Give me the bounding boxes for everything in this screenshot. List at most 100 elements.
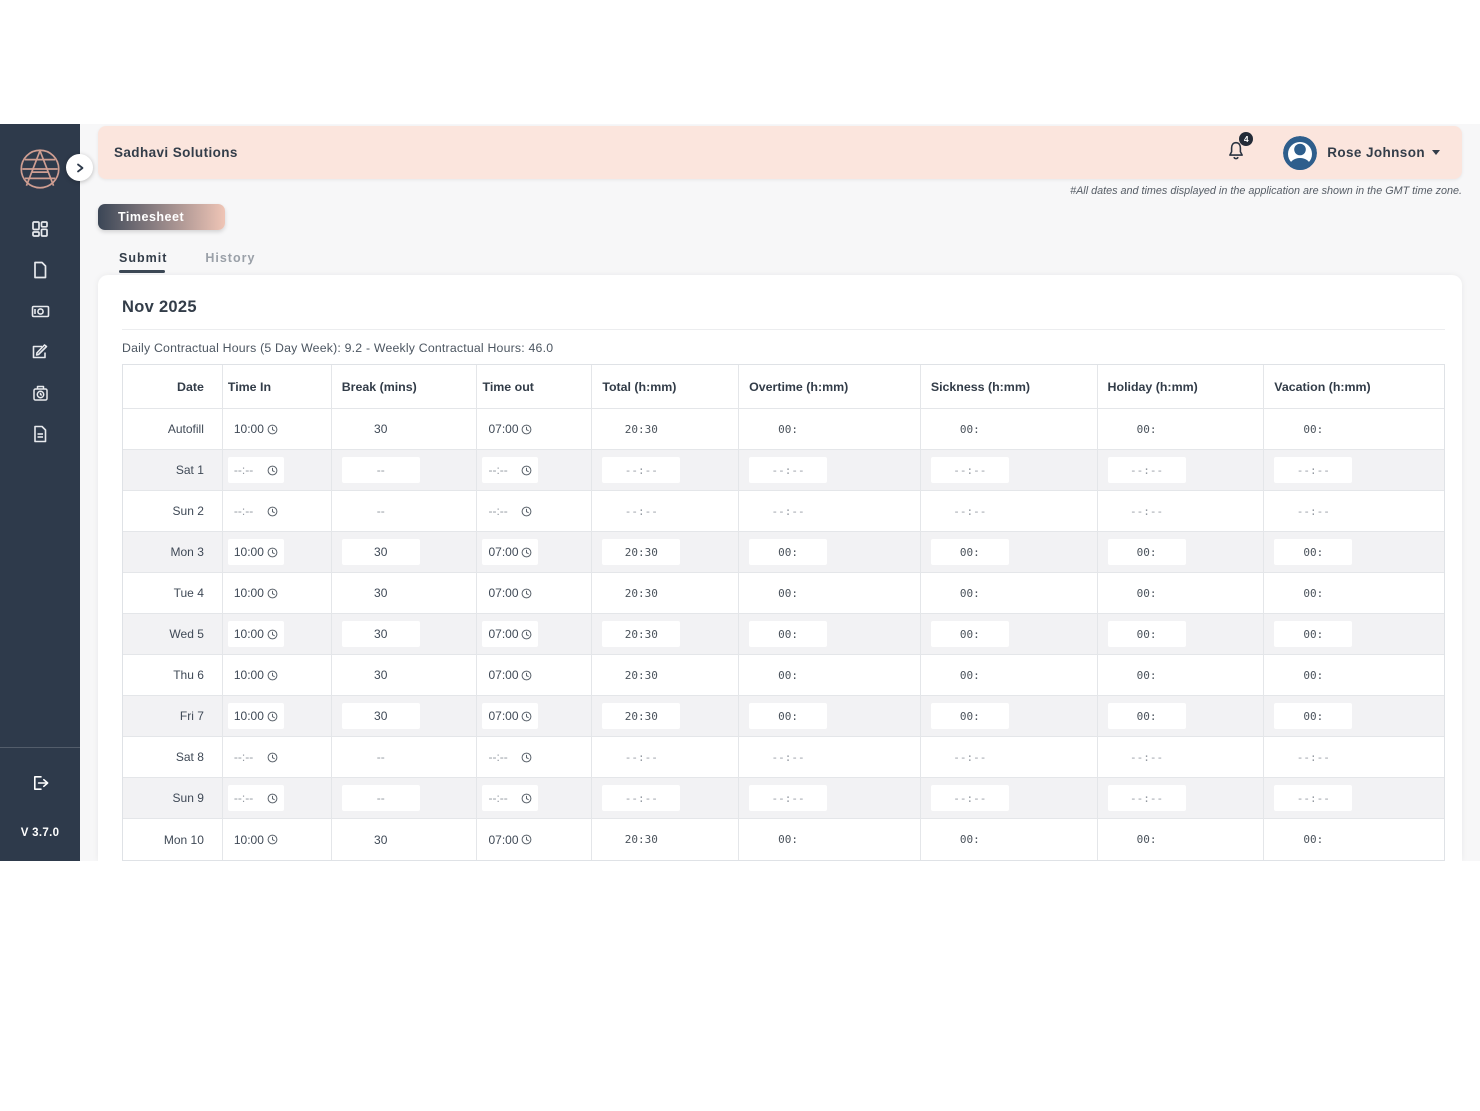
time-in-input[interactable]: --:--	[228, 498, 284, 524]
overtime-input[interactable]: 00:	[749, 827, 827, 853]
overtime-input[interactable]: --:--	[749, 457, 827, 483]
sickness-input[interactable]: 00:	[931, 621, 1009, 647]
sickness-input[interactable]: 00:	[931, 539, 1009, 565]
time-out-input[interactable]: 07:00	[482, 621, 538, 647]
time-in-input[interactable]: 10:00	[228, 827, 284, 853]
vacation-input[interactable]: 00:	[1274, 580, 1352, 606]
overtime-input[interactable]: --:--	[749, 744, 827, 770]
time-out-input[interactable]: --:--	[482, 498, 538, 524]
time-out-input[interactable]: 07:00	[482, 662, 538, 688]
vacation-input[interactable]: 00:	[1274, 416, 1352, 442]
total-input[interactable]: 20:30	[602, 827, 680, 853]
vacation-input[interactable]: --:--	[1274, 498, 1352, 524]
break-input[interactable]: 30	[342, 621, 420, 647]
time-in-input[interactable]: 10:00	[228, 416, 284, 442]
total-input[interactable]: 20:30	[602, 580, 680, 606]
vacation-input[interactable]: 00:	[1274, 539, 1352, 565]
time-out-input[interactable]: --:--	[482, 457, 538, 483]
sidebar-item-forms[interactable]	[25, 343, 55, 361]
overtime-input[interactable]: 00:	[749, 662, 827, 688]
overtime-input[interactable]: 00:	[749, 416, 827, 442]
holiday-input[interactable]: --:--	[1108, 498, 1186, 524]
notifications-button[interactable]: 4	[1225, 139, 1247, 167]
holiday-input[interactable]: 00:	[1108, 662, 1186, 688]
time-out-input[interactable]: --:--	[482, 744, 538, 770]
logout-button[interactable]	[31, 774, 50, 797]
time-in-input[interactable]: 10:00	[228, 539, 284, 565]
sickness-input[interactable]: 00:	[931, 703, 1009, 729]
sidebar-item-payroll[interactable]	[25, 302, 55, 320]
break-input[interactable]: 30	[342, 703, 420, 729]
break-input[interactable]: 30	[342, 539, 420, 565]
break-input[interactable]: 30	[342, 827, 420, 853]
sickness-input[interactable]: --:--	[931, 785, 1009, 811]
sidebar-item-reports[interactable]	[25, 425, 55, 443]
total-input[interactable]: 20:30	[602, 539, 680, 565]
total-input[interactable]: 20:30	[602, 621, 680, 647]
time-out-input[interactable]: 07:00	[482, 580, 538, 606]
total-input[interactable]: --:--	[602, 457, 680, 483]
time-out-input[interactable]: 07:00	[482, 703, 538, 729]
vacation-input[interactable]: 00:	[1274, 621, 1352, 647]
holiday-input[interactable]: 00:	[1108, 621, 1186, 647]
holiday-input[interactable]: 00:	[1108, 703, 1186, 729]
holiday-input[interactable]: --:--	[1108, 785, 1186, 811]
break-input[interactable]: --	[342, 785, 420, 811]
time-out-input[interactable]: --:--	[482, 785, 538, 811]
time-in-input[interactable]: --:--	[228, 785, 284, 811]
overtime-input[interactable]: 00:	[749, 580, 827, 606]
total-input[interactable]: 20:30	[602, 416, 680, 442]
time-out-input[interactable]: 07:00	[482, 416, 538, 442]
total-input[interactable]: --:--	[602, 744, 680, 770]
holiday-input[interactable]: 00:	[1108, 416, 1186, 442]
sickness-input[interactable]: 00:	[931, 580, 1009, 606]
sickness-input[interactable]: --:--	[931, 457, 1009, 483]
holiday-input[interactable]: 00:	[1108, 580, 1186, 606]
sidebar-item-dashboard[interactable]	[25, 220, 55, 238]
tab-submit[interactable]: Submit	[119, 251, 167, 273]
break-input[interactable]: 30	[342, 662, 420, 688]
time-in-input[interactable]: --:--	[228, 744, 284, 770]
overtime-input[interactable]: 00:	[749, 621, 827, 647]
vacation-input[interactable]: --:--	[1274, 785, 1352, 811]
tab-history[interactable]: History	[205, 251, 255, 273]
vacation-input[interactable]: --:--	[1274, 457, 1352, 483]
time-in-input[interactable]: 10:00	[228, 662, 284, 688]
sickness-input[interactable]: 00:	[931, 662, 1009, 688]
holiday-input[interactable]: 00:	[1108, 539, 1186, 565]
break-input[interactable]: 30	[342, 416, 420, 442]
overtime-input[interactable]: --:--	[749, 498, 827, 524]
sidebar-item-documents[interactable]	[25, 261, 55, 279]
time-in-input[interactable]: 10:00	[228, 703, 284, 729]
vacation-input[interactable]: --:--	[1274, 744, 1352, 770]
user-menu[interactable]: Rose Johnson	[1283, 136, 1440, 170]
overtime-input[interactable]: 00:	[749, 539, 827, 565]
total-input[interactable]: 20:30	[602, 703, 680, 729]
holiday-input[interactable]: --:--	[1108, 744, 1186, 770]
break-input[interactable]: 30	[342, 580, 420, 606]
time-in-input[interactable]: 10:00	[228, 621, 284, 647]
overtime-input[interactable]: --:--	[749, 785, 827, 811]
total-input[interactable]: --:--	[602, 498, 680, 524]
vacation-input[interactable]: 00:	[1274, 827, 1352, 853]
sickness-input[interactable]: 00:	[931, 416, 1009, 442]
overtime-input[interactable]: 00:	[749, 703, 827, 729]
total-input[interactable]: 20:30	[602, 662, 680, 688]
holiday-input[interactable]: --:--	[1108, 457, 1186, 483]
time-in-input[interactable]: --:--	[228, 457, 284, 483]
time-out-input[interactable]: 07:00	[482, 539, 538, 565]
break-input[interactable]: --	[342, 457, 420, 483]
sickness-input[interactable]: 00:	[931, 827, 1009, 853]
break-input[interactable]: --	[342, 498, 420, 524]
sidebar-expand-button[interactable]	[66, 154, 93, 181]
holiday-input[interactable]: 00:	[1108, 827, 1186, 853]
total-input[interactable]: --:--	[602, 785, 680, 811]
sickness-input[interactable]: --:--	[931, 744, 1009, 770]
vacation-input[interactable]: 00:	[1274, 703, 1352, 729]
sickness-input[interactable]: --:--	[931, 498, 1009, 524]
break-input[interactable]: --	[342, 744, 420, 770]
timesheet-page-button[interactable]: Timesheet	[98, 204, 225, 230]
time-in-input[interactable]: 10:00	[228, 580, 284, 606]
vacation-input[interactable]: 00:	[1274, 662, 1352, 688]
sidebar-item-time-clock[interactable]	[25, 384, 55, 402]
